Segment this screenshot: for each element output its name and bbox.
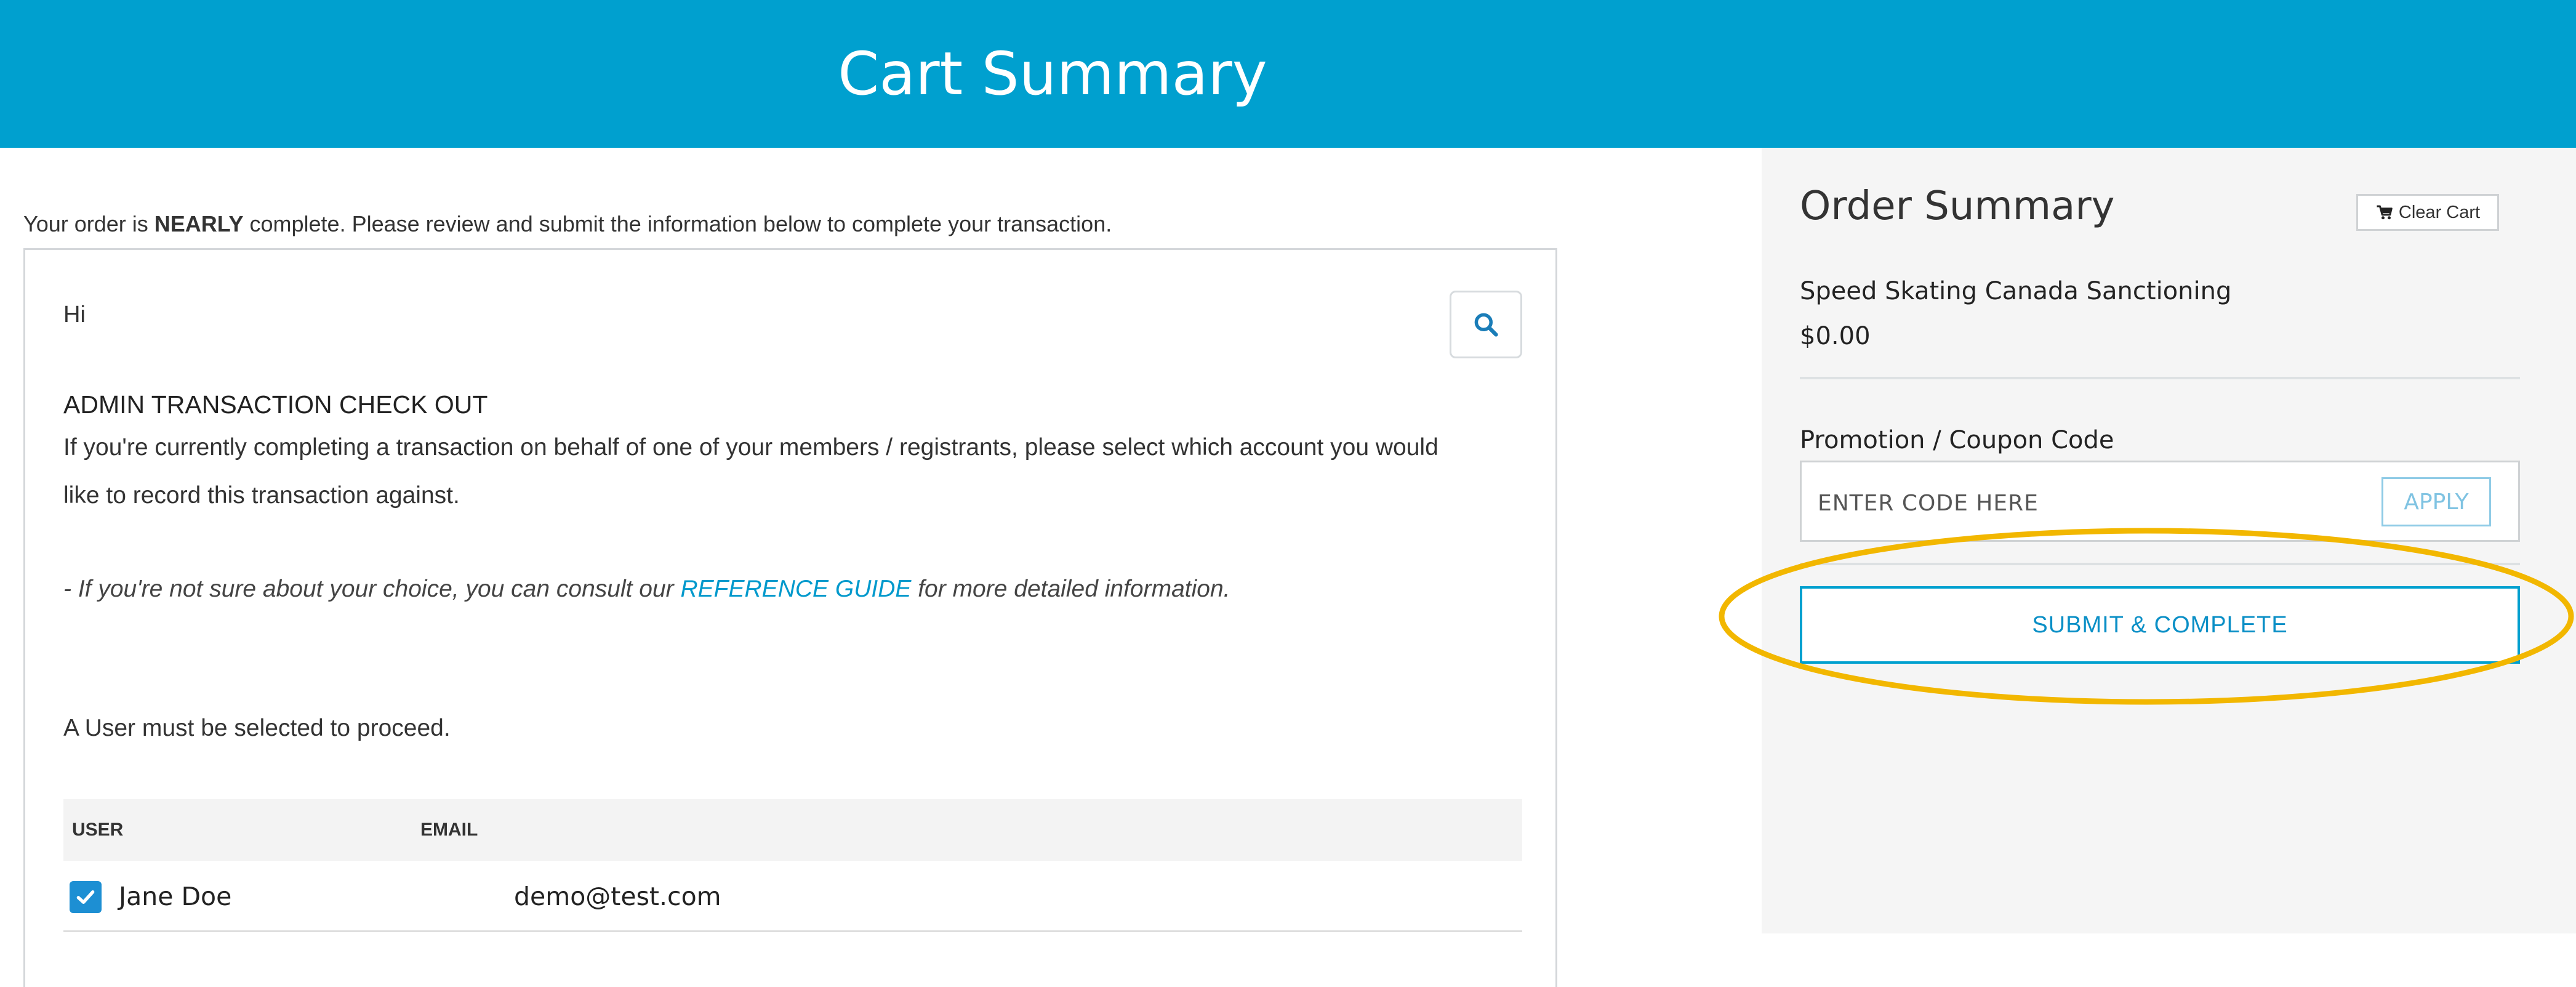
notice-emphasis: NEARLY xyxy=(154,211,244,236)
reference-note-suffix: for more detailed information. xyxy=(911,576,1230,602)
column-header-email: EMAIL xyxy=(420,820,478,840)
column-header-user: USER xyxy=(72,820,124,840)
reference-note: - If you're not sure about your choice, … xyxy=(63,565,1479,613)
checkmark-icon xyxy=(76,890,95,904)
user-table: USER EMAIL Jane Doe demo@test.com xyxy=(63,799,1522,932)
order-notice: Your order is NEARLY complete. Please re… xyxy=(23,211,1112,237)
promo-code-input[interactable] xyxy=(1816,481,2361,525)
user-name: Jane Doe xyxy=(119,882,232,911)
notice-prefix: Your order is xyxy=(23,211,154,236)
search-icon xyxy=(1474,313,1498,337)
greeting: Hi xyxy=(63,302,86,328)
search-button[interactable] xyxy=(1450,291,1522,358)
clear-cart-label: Clear Cart xyxy=(2398,202,2481,222)
cart-item-name: Speed Skating Canada Sanctioning xyxy=(1800,277,2232,305)
table-header: USER EMAIL xyxy=(63,799,1522,861)
cart-icon xyxy=(2377,205,2393,220)
table-row[interactable]: Jane Doe demo@test.com xyxy=(63,861,1522,932)
divider xyxy=(1800,377,2520,379)
page-header: Cart Summary xyxy=(0,0,2576,148)
order-summary-sidebar: Order Summary Clear Cart Speed Skating C… xyxy=(1762,148,2576,933)
apply-button[interactable]: APPLY xyxy=(2381,477,2491,526)
order-summary-title: Order Summary xyxy=(1800,183,2115,229)
user-email: demo@test.com xyxy=(514,882,721,911)
user-select-checkbox[interactable] xyxy=(70,881,102,913)
user-required-note: A User must be selected to proceed. xyxy=(63,715,451,741)
notice-suffix: complete. Please review and submit the i… xyxy=(243,211,1112,236)
promo-code-group: APPLY xyxy=(1800,461,2520,542)
clear-cart-button[interactable]: Clear Cart xyxy=(2356,194,2499,231)
promo-code-label: Promotion / Coupon Code xyxy=(1800,426,2114,454)
submit-complete-button[interactable]: SUBMIT & COMPLETE xyxy=(1800,586,2520,664)
reference-guide-link[interactable]: REFERENCE GUIDE xyxy=(681,576,912,602)
cart-item-price: $0.00 xyxy=(1800,322,1871,350)
admin-checkout-heading: ADMIN TRANSACTION CHECK OUT xyxy=(63,390,488,419)
reference-note-prefix: - If you're not sure about your choice, … xyxy=(63,576,681,602)
admin-instructions: If you're currently completing a transac… xyxy=(63,434,1438,509)
divider xyxy=(1800,563,2520,565)
admin-checkout-card: Hi ADMIN TRANSACTION CHECK OUT If you're… xyxy=(23,248,1557,987)
page-title: Cart Summary xyxy=(838,39,1267,108)
